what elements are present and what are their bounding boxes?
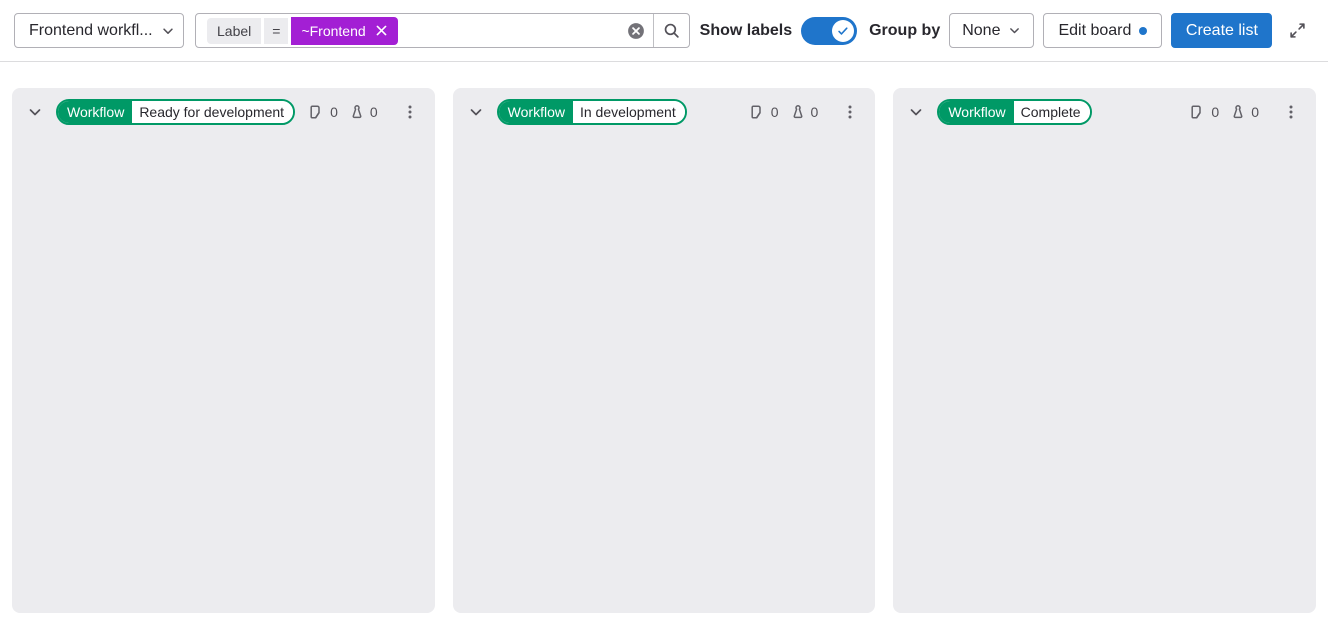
toggle-focus-mode-button[interactable] [1281, 14, 1314, 48]
edit-board-label: Edit board [1058, 22, 1131, 40]
show-labels-label: Show labels [700, 22, 792, 40]
group-by-value: None [962, 22, 1000, 40]
circle-x-icon [627, 22, 645, 40]
search-icon [663, 22, 680, 39]
board-toolbar: Frontend workfl... Label = ~Frontend [0, 0, 1328, 62]
column-menu-button[interactable] [1278, 99, 1304, 125]
issue-count-value: 0 [771, 104, 779, 120]
issues-icon [309, 104, 325, 120]
group-by-label: Group by [869, 22, 940, 40]
scoped-label-key: Workflow [499, 101, 573, 123]
notification-dot [1139, 27, 1147, 35]
filter-token-value-label: ~Frontend [301, 23, 365, 39]
scoped-label-key: Workflow [939, 101, 1013, 123]
weight-icon [1230, 104, 1246, 120]
weight-icon [790, 104, 806, 120]
column-menu-button[interactable] [397, 99, 423, 125]
show-labels-toggle[interactable] [801, 17, 857, 45]
issues-icon [750, 104, 766, 120]
search-button[interactable] [653, 14, 689, 47]
weight-icon [349, 104, 365, 120]
scoped-label[interactable]: Workflow In development [497, 99, 687, 125]
weight-count-value: 0 [1251, 104, 1259, 120]
board-switcher-dropdown[interactable]: Frontend workfl... [14, 13, 184, 48]
collapse-column-button[interactable] [27, 100, 43, 124]
collapse-column-button[interactable] [468, 100, 484, 124]
weight-count: 0 [349, 104, 378, 120]
filter-token: Label = ~Frontend [196, 17, 619, 45]
scoped-label-value: Ready for development [132, 101, 293, 123]
issue-count-value: 0 [1211, 104, 1219, 120]
vertical-ellipsis-icon [402, 104, 418, 120]
board-column-in-development: Workflow In development 0 0 [453, 88, 876, 613]
scoped-label-key: Workflow [58, 101, 132, 123]
issues-icon [1190, 104, 1206, 120]
check-icon [832, 20, 854, 42]
board-switcher-label: Frontend workfl... [29, 22, 153, 40]
close-icon[interactable] [375, 24, 388, 37]
clear-filter-button[interactable] [619, 14, 653, 47]
column-header: Workflow In development 0 0 [453, 88, 876, 125]
board-column-ready-for-development: Workflow Ready for development 0 0 [12, 88, 435, 613]
issue-count-value: 0 [330, 104, 338, 120]
board-column-complete: Workflow Complete 0 0 [893, 88, 1316, 613]
weight-count-value: 0 [811, 104, 819, 120]
column-header: Workflow Ready for development 0 0 [12, 88, 435, 125]
issue-count: 0 [309, 104, 338, 120]
column-header: Workflow Complete 0 0 [893, 88, 1316, 125]
issue-board: Workflow Ready for development 0 0 [0, 62, 1328, 627]
group-by-dropdown[interactable]: None [949, 13, 1034, 48]
issue-count: 0 [1190, 104, 1219, 120]
vertical-ellipsis-icon [1283, 104, 1299, 120]
filtered-search-bar[interactable]: Label = ~Frontend [195, 13, 690, 48]
create-list-button[interactable]: Create list [1171, 13, 1272, 48]
filter-token-key[interactable]: Label [207, 18, 261, 44]
create-list-label: Create list [1186, 22, 1258, 40]
issue-count: 0 [750, 104, 779, 120]
chevron-down-icon [1008, 24, 1021, 37]
scoped-label[interactable]: Workflow Ready for development [56, 99, 295, 125]
scoped-label-value: In development [573, 101, 685, 123]
weight-count: 0 [1230, 104, 1259, 120]
scoped-label-value: Complete [1014, 101, 1090, 123]
edit-board-button[interactable]: Edit board [1043, 13, 1162, 48]
collapse-column-button[interactable] [908, 100, 924, 124]
expand-diagonal-icon [1289, 22, 1306, 39]
vertical-ellipsis-icon [842, 104, 858, 120]
filter-token-value[interactable]: ~Frontend [291, 17, 397, 45]
chevron-down-icon [161, 24, 175, 38]
scoped-label[interactable]: Workflow Complete [937, 99, 1091, 125]
column-menu-button[interactable] [837, 99, 863, 125]
filter-token-operator[interactable]: = [264, 18, 288, 44]
weight-count: 0 [790, 104, 819, 120]
weight-count-value: 0 [370, 104, 378, 120]
